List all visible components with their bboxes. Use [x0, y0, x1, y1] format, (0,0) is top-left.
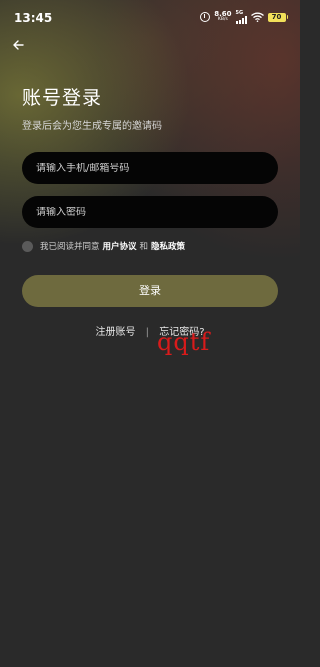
agreement-row: 我已阅读并同意 用户协议 和 隐私政策 [22, 239, 188, 253]
agree-checkbox[interactable] [22, 240, 33, 252]
privacy-policy-link[interactable]: 隐私政策 [151, 240, 185, 252]
status-bar: 13:45 8.60 KB/s 5G 70 [0, 0, 300, 34]
net-speed-unit: KB/s [217, 17, 228, 22]
status-time: 13:45 [14, 11, 53, 25]
back-arrow-icon[interactable] [10, 36, 28, 54]
phone-email-input[interactable] [36, 162, 278, 174]
signal-icon [235, 15, 247, 24]
page-title: 账号登录 [22, 87, 103, 109]
cellular-signal: 5G [235, 10, 247, 24]
network-speed: 8.60 KB/s [214, 11, 231, 23]
battery-icon: 70 [267, 12, 288, 22]
agreement-prefix: 我已阅读并同意 [40, 242, 100, 252]
watermark: qqtf [157, 328, 211, 356]
page-subtitle: 登录后会为您生成专属的邀请码 [22, 121, 162, 132]
register-link[interactable]: 注册账号 [95, 327, 135, 338]
agreement-conjunction: 和 [139, 242, 149, 252]
password-input[interactable] [36, 206, 278, 218]
phone-email-field[interactable] [22, 152, 278, 184]
user-agreement-link[interactable]: 用户协议 [103, 240, 137, 252]
bottom-links: 注册账号 | 忘记密码? [0, 323, 300, 338]
password-field[interactable] [22, 196, 278, 228]
wifi-icon [250, 12, 264, 22]
login-button[interactable]: 登录 [22, 275, 278, 307]
status-icons: 8.60 KB/s 5G 70 [200, 10, 288, 24]
alarm-icon [200, 12, 211, 22]
battery-level: 70 [267, 12, 286, 22]
link-separator: | [145, 327, 150, 338]
